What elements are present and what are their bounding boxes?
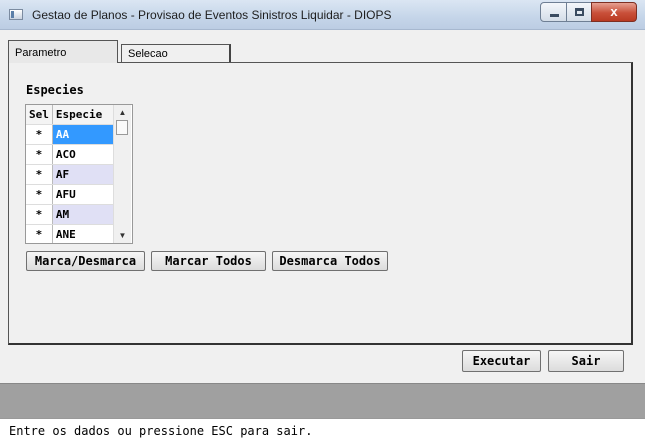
table-row[interactable]: * AM	[26, 204, 120, 225]
row-especie-cell[interactable]: ANE	[52, 224, 120, 243]
maximize-button[interactable]	[566, 2, 592, 22]
table-row[interactable]: * ACO	[26, 144, 120, 165]
row-sel-cell[interactable]: *	[26, 124, 53, 145]
message-area	[0, 383, 645, 419]
tab-parametro[interactable]: Parametro	[8, 40, 118, 63]
row-especie-cell[interactable]: AF	[52, 164, 120, 185]
row-sel-cell[interactable]: *	[26, 184, 53, 205]
scroll-thumb[interactable]	[116, 120, 128, 135]
close-button[interactable]: x	[591, 2, 637, 22]
row-sel-cell[interactable]: *	[26, 144, 53, 165]
row-especie-cell[interactable]: AFU	[52, 184, 120, 205]
row-especie-cell[interactable]: AM	[52, 204, 120, 225]
marcar-todos-button[interactable]: Marcar Todos	[151, 251, 266, 271]
table-row[interactable]: * AA	[26, 124, 120, 145]
marca-desmarca-button[interactable]: Marca/Desmarca	[26, 251, 145, 271]
row-sel-cell[interactable]: *	[26, 224, 53, 243]
table-row[interactable]: * ANE	[26, 224, 120, 243]
status-bar: Entre os dados ou pressione ESC para sai…	[0, 418, 645, 441]
close-icon: x	[610, 4, 618, 19]
maximize-icon	[575, 8, 584, 16]
especies-label: Especies	[26, 83, 84, 97]
row-especie-cell[interactable]: AA	[52, 124, 120, 145]
table-row[interactable]: * AFU	[26, 184, 120, 205]
tab-selecao[interactable]: Selecao	[121, 44, 231, 63]
scroll-up-icon[interactable]: ▲	[114, 105, 131, 120]
window-title: Gestao de Planos - Provisao de Eventos S…	[32, 8, 392, 22]
grid-header-row: Sel Especie	[26, 105, 120, 125]
scroll-down-icon[interactable]: ▼	[114, 228, 131, 243]
column-header-especie[interactable]: Especie	[52, 105, 120, 125]
title-bar: Gestao de Planos - Provisao de Eventos S…	[0, 0, 645, 30]
desmarca-todos-button[interactable]: Desmarca Todos	[272, 251, 388, 271]
status-text: Entre os dados ou pressione ESC para sai…	[9, 424, 313, 438]
grid-vertical-scrollbar[interactable]: ▲ ▼	[113, 105, 131, 243]
minimize-button[interactable]	[540, 2, 567, 22]
row-sel-cell[interactable]: *	[26, 164, 53, 185]
executar-button[interactable]: Executar	[462, 350, 541, 372]
app-icon	[9, 9, 23, 20]
table-row[interactable]: * AF	[26, 164, 120, 185]
column-header-sel[interactable]: Sel	[26, 105, 53, 125]
minimize-icon	[550, 14, 559, 17]
row-especie-cell[interactable]: ACO	[52, 144, 120, 165]
row-sel-cell[interactable]: *	[26, 204, 53, 225]
sair-button[interactable]: Sair	[548, 350, 624, 372]
